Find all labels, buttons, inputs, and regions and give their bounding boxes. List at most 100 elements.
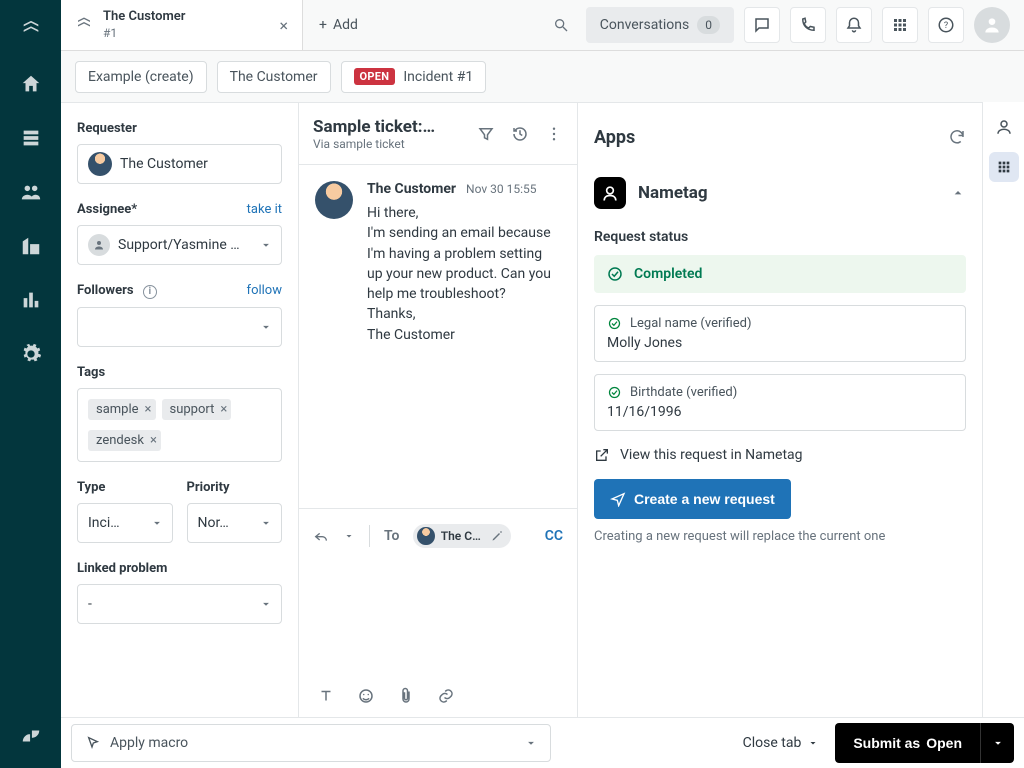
status-badge-completed: Completed — [594, 255, 966, 293]
macro-placeholder: Apply macro — [110, 735, 188, 751]
chip-avatar-icon — [417, 527, 434, 545]
tags-label: Tags — [77, 365, 282, 380]
submit-dropdown-button[interactable] — [980, 723, 1014, 763]
views-icon[interactable] — [15, 122, 47, 154]
avatar-icon — [88, 152, 112, 176]
zendesk-logo-icon[interactable] — [15, 14, 47, 46]
subtab-label: Incident #1 — [403, 69, 473, 85]
notifications-icon[interactable] — [836, 7, 872, 43]
legal-name-label: Legal name (verified) — [630, 316, 752, 331]
emoji-icon[interactable] — [357, 687, 375, 705]
reply-chevron-icon[interactable] — [343, 530, 355, 542]
type-label: Type — [77, 480, 173, 495]
assignee-value: Support/Yasmine … — [118, 237, 271, 253]
refresh-icon[interactable] — [948, 128, 966, 146]
chevron-down-icon — [259, 597, 273, 611]
remove-tag-icon[interactable]: × — [150, 433, 157, 448]
add-tab-button[interactable]: + Add — [303, 0, 374, 50]
linked-problem-field[interactable]: - — [77, 584, 282, 624]
external-link-icon — [594, 447, 610, 463]
tag-label: zendesk — [96, 433, 144, 448]
message-author: The Customer — [367, 181, 456, 197]
home-icon[interactable] — [15, 68, 47, 100]
customers-icon[interactable] — [15, 176, 47, 208]
more-icon[interactable] — [545, 125, 563, 143]
assignee-field[interactable]: Support/Yasmine … — [77, 225, 282, 265]
admin-icon[interactable] — [15, 338, 47, 370]
close-icon[interactable]: × — [279, 16, 288, 35]
create-request-label: Create a new request — [634, 491, 775, 507]
message-line: The Customer — [367, 325, 559, 345]
remove-tag-icon[interactable]: × — [145, 402, 152, 417]
chevron-down-icon — [259, 238, 273, 252]
chevron-down-icon — [807, 737, 819, 749]
user-avatar[interactable] — [974, 7, 1010, 43]
subtab-incident[interactable]: OPEN Incident #1 — [341, 61, 487, 93]
apply-macro-field[interactable]: Apply macro — [71, 724, 551, 762]
submit-button[interactable]: Submit as Open — [835, 723, 980, 763]
workspace-tab[interactable]: The Customer #1 × — [61, 0, 303, 50]
cc-button[interactable]: CC — [545, 528, 563, 544]
view-link-label: View this request in Nametag — [620, 447, 803, 463]
take-it-link[interactable]: take it — [247, 202, 282, 217]
subtab-the-customer[interactable]: The Customer — [217, 61, 331, 93]
tag-chip[interactable]: support × — [162, 399, 232, 420]
priority-field[interactable]: Nor… — [187, 503, 283, 543]
type-field[interactable]: Inci… — [77, 503, 173, 543]
tag-chip[interactable]: sample × — [88, 399, 156, 420]
organizations-icon[interactable] — [15, 230, 47, 262]
check-circle-icon — [606, 265, 624, 283]
conversation-body: The Customer Nov 30 15:55 Hi there, I'm … — [299, 165, 577, 508]
close-tab-button[interactable]: Close tab — [743, 735, 820, 751]
reply-to-chip[interactable]: The Cu… — [413, 524, 511, 548]
priority-label: Priority — [187, 480, 283, 495]
macro-icon — [84, 735, 100, 751]
view-in-nametag-link[interactable]: View this request in Nametag — [594, 447, 966, 463]
history-icon[interactable] — [511, 125, 529, 143]
tag-chip[interactable]: zendesk × — [88, 430, 161, 451]
phone-icon[interactable] — [790, 7, 826, 43]
plus-icon: + — [319, 17, 327, 33]
conversations-button[interactable]: Conversations 0 — [586, 7, 734, 43]
apps-icon[interactable] — [989, 152, 1019, 182]
subtab-label: Example (create) — [88, 69, 194, 85]
breadcrumb-tabs: Example (create) The Customer OPEN Incid… — [61, 51, 1024, 102]
reply-composer[interactable] — [299, 562, 577, 675]
chip-name: The Cu… — [441, 529, 486, 543]
svg-text:?: ? — [944, 21, 948, 31]
submit-state: Open — [926, 735, 962, 751]
ticket-title: Sample ticket:… — [313, 117, 435, 137]
user-profile-icon[interactable] — [989, 112, 1019, 142]
filter-icon[interactable] — [477, 125, 495, 143]
remove-tag-icon[interactable]: × — [220, 402, 227, 417]
apps-grid-icon[interactable] — [882, 7, 918, 43]
followers-field[interactable] — [77, 307, 282, 347]
chat-icon[interactable] — [744, 7, 780, 43]
requester-value: The Customer — [120, 156, 271, 172]
collapse-icon[interactable] — [950, 185, 966, 201]
edit-icon[interactable] — [491, 530, 503, 542]
link-icon[interactable] — [437, 687, 455, 705]
info-icon[interactable]: i — [143, 285, 157, 299]
text-format-icon[interactable] — [317, 687, 335, 705]
chevron-down-icon — [259, 320, 273, 334]
reporting-icon[interactable] — [15, 284, 47, 316]
zendesk-products-icon[interactable] — [15, 720, 47, 752]
apps-panel: Apps Nametag Request status Completed — [578, 102, 982, 717]
create-request-button[interactable]: Create a new request — [594, 479, 791, 519]
help-icon[interactable]: ? — [928, 7, 964, 43]
linked-problem-value: - — [88, 596, 271, 612]
birthdate-box: Birthdate (verified) 11/16/1996 — [594, 374, 966, 431]
subtab-example-create[interactable]: Example (create) — [75, 61, 207, 93]
message-line: I'm sending an email because I'm having … — [367, 223, 559, 304]
send-icon — [610, 491, 626, 507]
nametag-logo-icon — [594, 177, 626, 209]
reply-icon[interactable] — [313, 528, 329, 544]
follow-link[interactable]: follow — [247, 283, 282, 298]
message-time: Nov 30 15:55 — [466, 182, 536, 196]
tags-field[interactable]: sample × support × zendesk × — [77, 388, 282, 462]
search-button[interactable] — [546, 17, 576, 33]
attachment-icon[interactable] — [397, 687, 415, 705]
requester-field[interactable]: The Customer — [77, 144, 282, 184]
message-body: Hi there, I'm sending an email because I… — [367, 203, 559, 345]
